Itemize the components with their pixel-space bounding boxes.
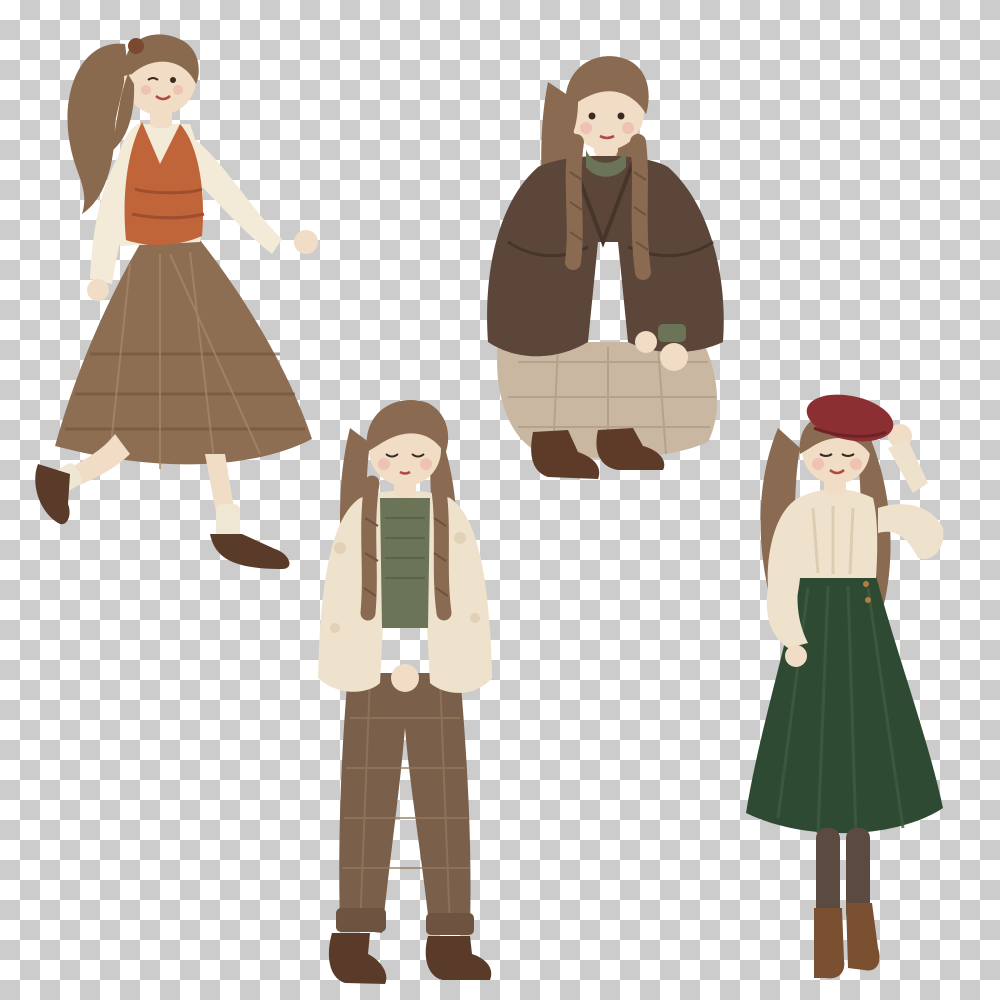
- figure-beret-girl: [738, 388, 950, 988]
- figure-sherpa-girl: [310, 388, 500, 996]
- transparent-canvas: [0, 0, 1000, 1000]
- figure-squatting-girl: [478, 42, 738, 492]
- figure-ponytail-girl: [20, 14, 330, 584]
